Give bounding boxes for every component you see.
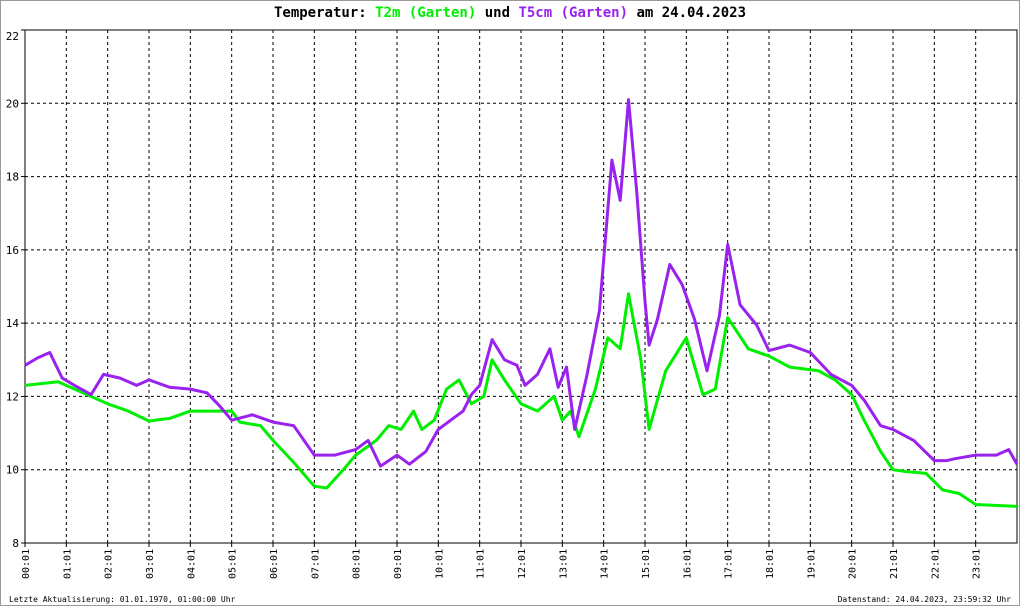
x-tick-label: 22:01 bbox=[930, 549, 941, 579]
x-tick-label: 18:01 bbox=[765, 549, 776, 579]
x-tick-label: 16:01 bbox=[682, 549, 693, 579]
x-tick-label: 13:01 bbox=[558, 549, 569, 579]
x-tick-label: 20:01 bbox=[848, 549, 859, 579]
x-tick-label: 19:01 bbox=[806, 549, 817, 579]
x-tick-label: 21:01 bbox=[889, 549, 900, 579]
plot-border bbox=[24, 29, 1018, 544]
y-tick-label: 14 bbox=[6, 317, 20, 330]
x-tick-label: 00:01 bbox=[21, 549, 32, 579]
x-tick-label: 11:01 bbox=[476, 549, 487, 579]
x-tick-label: 07:01 bbox=[310, 549, 321, 579]
x-tick-label: 05:01 bbox=[228, 549, 239, 579]
x-tick-label: 17:01 bbox=[724, 549, 735, 579]
y-tick-label: 20 bbox=[6, 97, 19, 110]
y-tick-label: 10 bbox=[6, 464, 19, 477]
data-status-text: Datenstand: 24.04.2023, 23:59:32 Uhr bbox=[837, 595, 1011, 604]
x-tick-label: 09:01 bbox=[393, 549, 404, 579]
x-tick-label: 10:01 bbox=[434, 549, 445, 579]
x-tick-label: 02:01 bbox=[104, 549, 115, 579]
chart-plot: 8 10 12 14 16 18 20 22 00:01 01:01 02:01 03:01 04:01… bbox=[6, 29, 1019, 579]
y-tick-label: 22 bbox=[6, 30, 19, 43]
y-tick-label: 12 bbox=[6, 390, 19, 403]
last-update-text: Letzte Aktualisierung: 01.01.1970, 01:00… bbox=[9, 595, 236, 604]
x-tick-label: 08:01 bbox=[352, 549, 363, 579]
x-tick-label: 01:01 bbox=[62, 549, 73, 579]
y-tick-label: 8 bbox=[12, 537, 19, 550]
x-tick-label: 12:01 bbox=[517, 549, 528, 579]
x-tick-label: 06:01 bbox=[269, 549, 280, 579]
chart-window: Temperatur: T2m (Garten) und T5cm (Garte… bbox=[0, 0, 1020, 606]
x-tick-label: 04:01 bbox=[186, 549, 197, 579]
x-tick-label: 14:01 bbox=[600, 549, 611, 579]
x-tick-label: 23:01 bbox=[972, 549, 983, 579]
x-tick-label: 15:01 bbox=[641, 549, 652, 579]
y-tick-label: 18 bbox=[6, 171, 19, 184]
y-tick-label: 16 bbox=[6, 244, 19, 257]
x-tick-label: 03:01 bbox=[145, 549, 156, 579]
